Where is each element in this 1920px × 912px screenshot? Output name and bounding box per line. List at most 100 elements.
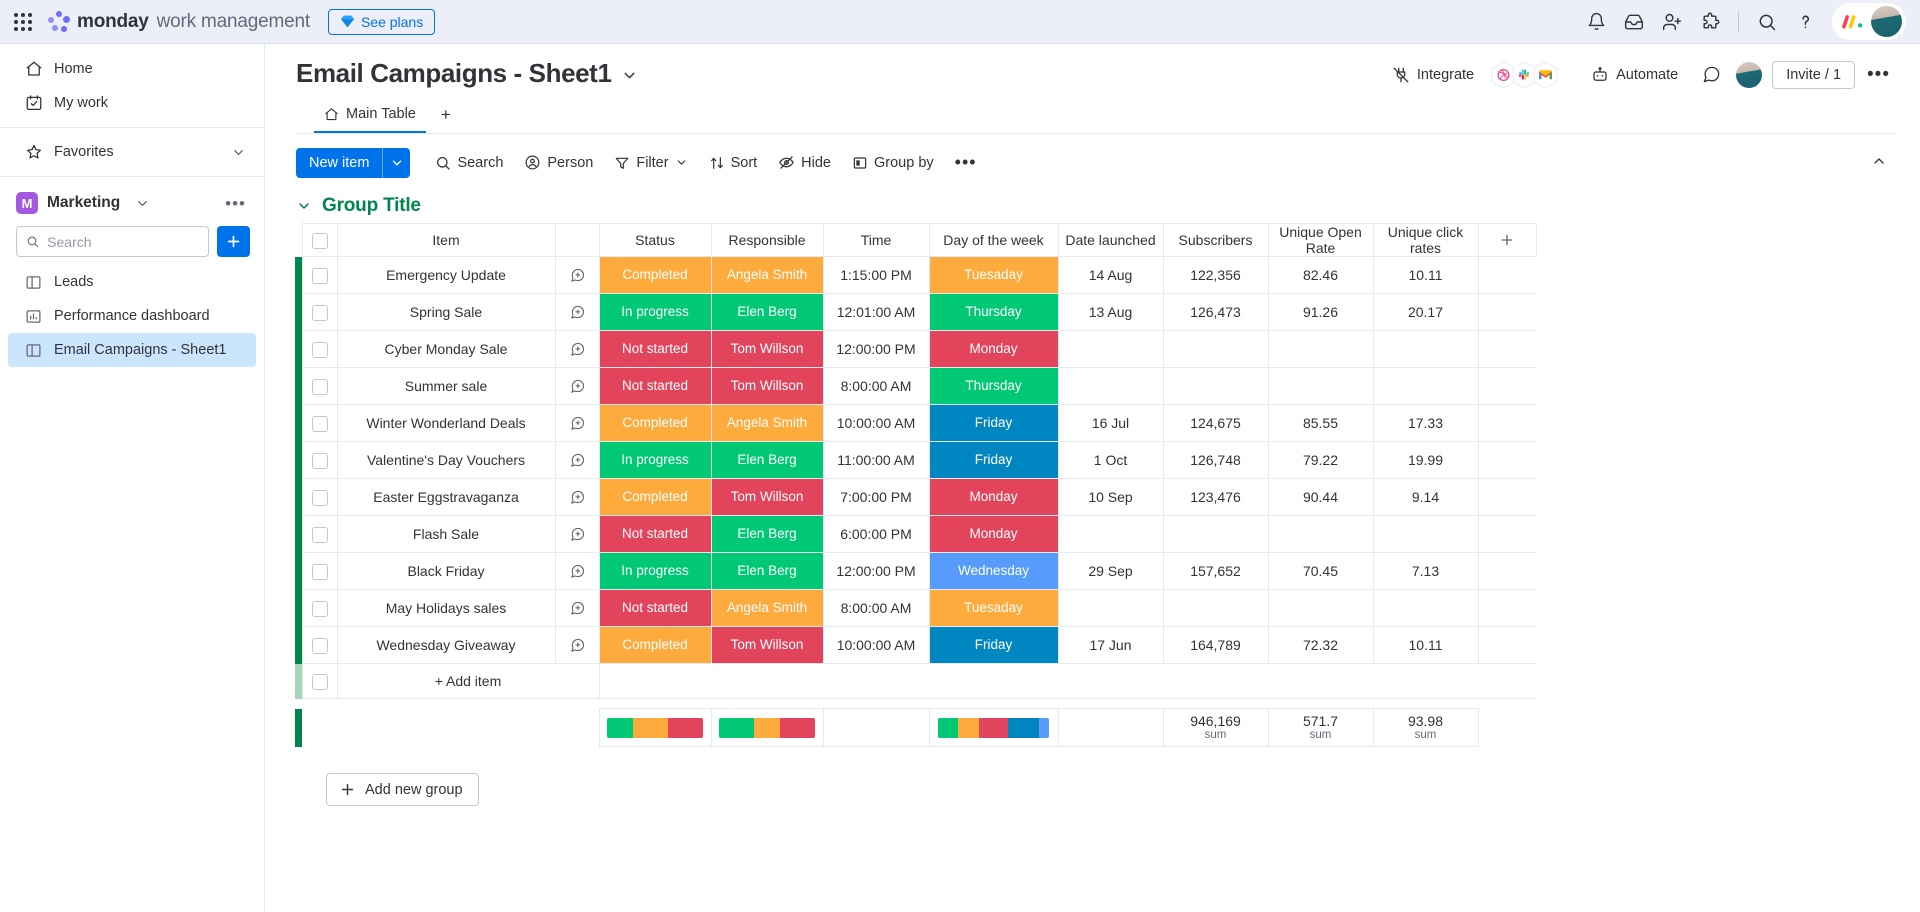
add-board-button[interactable] bbox=[217, 226, 250, 257]
cell-status[interactable]: Not started bbox=[598, 515, 712, 553]
summary-open-rate-sum[interactable]: 571.7 sum bbox=[1267, 708, 1374, 747]
row-checkbox[interactable] bbox=[311, 489, 328, 506]
cell-chat[interactable] bbox=[554, 367, 600, 405]
row-checkbox-cell[interactable] bbox=[301, 367, 338, 405]
cell-item[interactable]: Winter Wonderland Deals bbox=[336, 404, 556, 442]
row-checkbox-cell[interactable] bbox=[301, 404, 338, 442]
row-checkbox-cell[interactable] bbox=[301, 441, 338, 479]
cell-unique-open-rate[interactable]: 90.44 bbox=[1267, 478, 1374, 516]
cell-subscribers[interactable]: 124,675 bbox=[1162, 404, 1269, 442]
add-comment-icon[interactable] bbox=[556, 341, 599, 358]
row-checkbox-cell[interactable] bbox=[301, 330, 338, 368]
responsible-badge[interactable]: Elen Berg bbox=[711, 442, 823, 478]
cell-item[interactable]: Summer sale bbox=[336, 367, 556, 405]
column-header-status[interactable]: Status bbox=[598, 223, 712, 257]
cell-chat[interactable] bbox=[554, 441, 600, 479]
cell-item[interactable]: Valentine's Day Vouchers bbox=[336, 441, 556, 479]
cell-chat[interactable] bbox=[554, 293, 600, 331]
cell-day-of-week[interactable]: Tuesaday bbox=[928, 589, 1059, 627]
sidebar-search-box[interactable] bbox=[16, 226, 209, 257]
cell-subscribers[interactable]: 157,652 bbox=[1162, 552, 1269, 590]
summary-status-distribution[interactable] bbox=[598, 708, 712, 747]
day-of-week-badge[interactable]: Monday bbox=[929, 479, 1058, 515]
avatar[interactable] bbox=[1871, 6, 1902, 37]
day-of-week-badge[interactable]: Monday bbox=[929, 516, 1058, 552]
add-item-button[interactable]: + Add item bbox=[336, 663, 600, 699]
cell-day-of-week[interactable]: Friday bbox=[928, 404, 1059, 442]
responsible-badge[interactable]: Tom Willson bbox=[711, 331, 823, 367]
cell-unique-click-rates[interactable]: 9.14 bbox=[1372, 478, 1479, 516]
add-comment-icon[interactable] bbox=[556, 526, 599, 543]
day-of-week-badge[interactable]: Monday bbox=[929, 331, 1058, 367]
cell-unique-open-rate[interactable] bbox=[1267, 589, 1374, 627]
sidebar-item-home[interactable]: Home bbox=[8, 52, 256, 86]
cell-unique-click-rates[interactable]: 10.11 bbox=[1372, 626, 1479, 664]
cell-responsible[interactable]: Angela Smith bbox=[710, 256, 824, 294]
person-filter-button[interactable]: Person bbox=[515, 148, 602, 177]
cell-subscribers[interactable]: 123,476 bbox=[1162, 478, 1269, 516]
table-row[interactable]: Spring Sale In progress Elen Berg 12:01:00 … bbox=[295, 293, 1536, 331]
add-new-group-button[interactable]: Add new group bbox=[326, 773, 479, 806]
cell-day-of-week[interactable]: Thursday bbox=[928, 293, 1059, 331]
cell-time[interactable]: 6:00:00 PM bbox=[822, 515, 930, 553]
cell-chat[interactable] bbox=[554, 589, 600, 627]
add-comment-icon[interactable] bbox=[556, 637, 599, 654]
cell-date-launched[interactable] bbox=[1057, 589, 1164, 627]
cell-item[interactable]: Emergency Update bbox=[336, 256, 556, 294]
cell-status[interactable]: In progress bbox=[598, 293, 712, 331]
help-question-icon[interactable] bbox=[1788, 5, 1822, 39]
cell-unique-open-rate[interactable] bbox=[1267, 330, 1374, 368]
cell-unique-click-rates[interactable]: 10.11 bbox=[1372, 256, 1479, 294]
collapse-toolbar-chevron-up-icon[interactable] bbox=[1866, 148, 1892, 174]
table-row[interactable]: Black Friday In progress Elen Berg 12:00:00… bbox=[295, 552, 1536, 590]
responsible-badge[interactable]: Angela Smith bbox=[711, 590, 823, 626]
status-badge[interactable]: In progress bbox=[599, 553, 711, 589]
cell-day-of-week[interactable]: Friday bbox=[928, 626, 1059, 664]
cell-date-launched[interactable]: 14 Aug bbox=[1057, 256, 1164, 294]
row-checkbox[interactable] bbox=[311, 526, 328, 543]
cell-subscribers[interactable] bbox=[1162, 589, 1269, 627]
row-checkbox[interactable] bbox=[311, 673, 328, 690]
cell-unique-click-rates[interactable]: 19.99 bbox=[1372, 441, 1479, 479]
cell-day-of-week[interactable]: Tuesaday bbox=[928, 256, 1059, 294]
responsible-badge[interactable]: Angela Smith bbox=[711, 405, 823, 441]
summary-responsible-distribution[interactable] bbox=[710, 708, 824, 747]
cell-status[interactable]: Not started bbox=[598, 367, 712, 405]
summary-click-rate-sum[interactable]: 93.98 sum bbox=[1372, 708, 1479, 747]
cell-item[interactable]: May Holidays sales bbox=[336, 589, 556, 627]
cell-responsible[interactable]: Angela Smith bbox=[710, 404, 824, 442]
column-header-item[interactable]: Item bbox=[336, 223, 556, 257]
responsible-badge[interactable]: Tom Willson bbox=[711, 368, 823, 404]
day-of-week-badge[interactable]: Thursday bbox=[929, 368, 1058, 404]
day-of-week-badge[interactable]: Tuesaday bbox=[929, 590, 1058, 626]
board-title-chevron-down-icon[interactable] bbox=[621, 67, 638, 84]
cell-unique-open-rate[interactable] bbox=[1267, 367, 1374, 405]
cell-time[interactable]: 8:00:00 AM bbox=[822, 367, 930, 405]
column-header-responsible[interactable]: Responsible bbox=[710, 223, 824, 257]
row-checkbox[interactable] bbox=[311, 600, 328, 617]
add-item-row[interactable]: + Add item bbox=[295, 663, 1536, 699]
summary-dow-distribution[interactable] bbox=[928, 708, 1059, 747]
column-header-unique-click-rates[interactable]: Unique click rates bbox=[1372, 223, 1479, 257]
day-of-week-badge[interactable]: Wednesday bbox=[929, 553, 1058, 589]
board-member-avatar[interactable] bbox=[1736, 61, 1763, 88]
workspace-row[interactable]: M Marketing ••• bbox=[0, 184, 264, 222]
see-plans-button[interactable]: See plans bbox=[327, 8, 436, 35]
cell-unique-open-rate[interactable]: 79.22 bbox=[1267, 441, 1374, 479]
chevron-down-icon[interactable] bbox=[675, 156, 688, 169]
cell-unique-click-rates[interactable]: 20.17 bbox=[1372, 293, 1479, 331]
row-checkbox[interactable] bbox=[311, 341, 328, 358]
table-row[interactable]: May Holidays sales Not started Angela Smit… bbox=[295, 589, 1536, 627]
responsible-badge[interactable]: Tom Willson bbox=[711, 479, 823, 515]
column-header-time[interactable]: Time bbox=[822, 223, 930, 257]
cell-day-of-week[interactable]: Friday bbox=[928, 441, 1059, 479]
cell-time[interactable]: 12:01:00 AM bbox=[822, 293, 930, 331]
apps-puzzle-icon[interactable] bbox=[1693, 5, 1727, 39]
responsible-badge[interactable]: Angela Smith bbox=[711, 257, 823, 293]
table-row[interactable]: Cyber Monday Sale Not started Tom Willson 1… bbox=[295, 330, 1536, 368]
cell-time[interactable]: 7:00:00 PM bbox=[822, 478, 930, 516]
summary-subscribers-sum[interactable]: 946,169 sum bbox=[1162, 708, 1269, 747]
status-badge[interactable]: Completed bbox=[599, 627, 711, 663]
invite-button[interactable]: Invite / 1 bbox=[1772, 60, 1856, 89]
notifications-bell-icon[interactable] bbox=[1579, 5, 1613, 39]
